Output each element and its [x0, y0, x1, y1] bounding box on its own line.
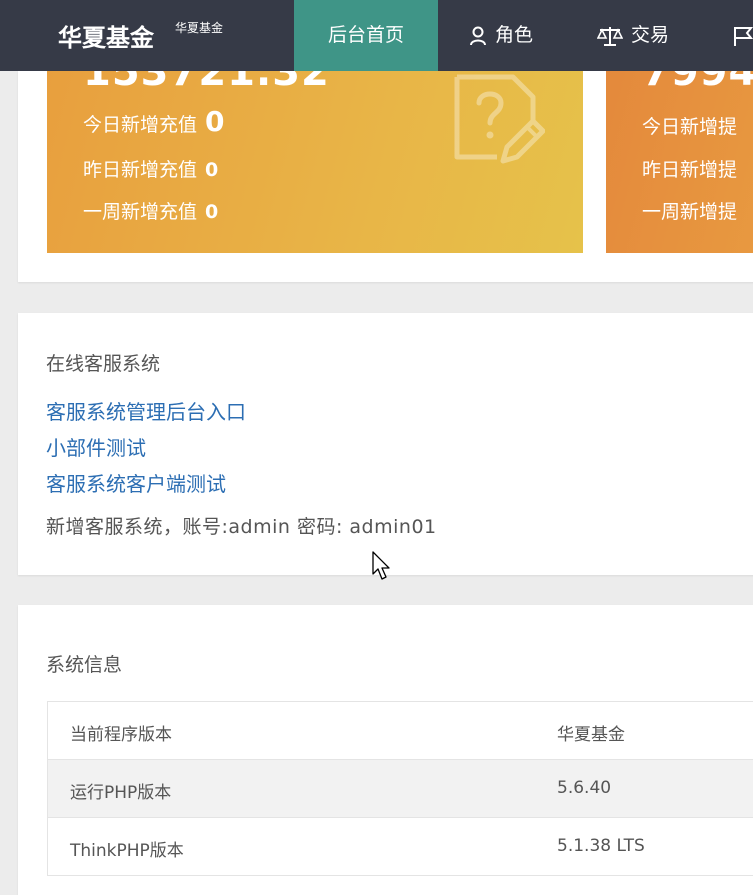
recharge-yesterday: 昨日新增充值 0: [83, 155, 218, 182]
recharge-today: 今日新增充值 0: [83, 105, 225, 138]
nav-item-label: 交易: [631, 24, 670, 46]
nav-item-roles[interactable]: 角色: [469, 0, 533, 71]
withdraw-week-label: 一周新增提: [642, 201, 738, 223]
row-value: 华夏基金: [557, 725, 625, 745]
nav-item-home[interactable]: 后台首页: [294, 0, 438, 71]
top-navbar: 华夏基金 华夏基金 后台首页 角色 交易: [0, 0, 753, 71]
withdraw-stat-card: 7994 今日新增提 昨日新增提 一周新增提: [606, 71, 753, 253]
customer-service-panel: 在线客服系统 客服系统管理后台入口 小部件测试 客服系统客户端测试 新增客服系统…: [18, 313, 753, 575]
cs-widget-test-link[interactable]: 小部件测试: [46, 432, 146, 461]
mouse-cursor-icon: [372, 551, 392, 585]
cs-client-test-link[interactable]: 客服系统客户端测试: [46, 468, 226, 497]
user-icon: [469, 26, 487, 46]
table-row: 当前程序版本 华夏基金: [48, 702, 753, 760]
recharge-yesterday-label: 昨日新增充值: [83, 159, 198, 181]
question-edit-icon: [449, 73, 546, 177]
nav-item-label: 角色: [495, 24, 534, 46]
table-row: ThinkPHP版本 5.1.38 LTS: [48, 818, 753, 876]
nav-item-flag[interactable]: [733, 0, 753, 71]
row-key: ThinkPHP版本: [70, 841, 184, 861]
balance-scale-icon: [597, 25, 623, 47]
recharge-week: 一周新增充值 0: [83, 197, 218, 224]
system-info-title: 系统信息: [46, 654, 123, 676]
recharge-week-label: 一周新增充值: [83, 201, 198, 223]
recharge-total: 153721.32: [83, 71, 330, 95]
nav-item-trade[interactable]: 交易: [597, 0, 669, 71]
cs-account-note: 新增客服系统，账号:admin 密码: admin01: [46, 516, 437, 538]
brand-title[interactable]: 华夏基金: [58, 18, 154, 53]
withdraw-total: 7994: [642, 71, 753, 95]
row-key: 当前程序版本: [70, 725, 172, 745]
recharge-today-label: 今日新增充值: [83, 114, 198, 136]
table-row: 运行PHP版本 5.6.40: [48, 760, 753, 818]
nav-item-label: 后台首页: [327, 24, 404, 46]
customer-service-title: 在线客服系统: [46, 353, 161, 375]
flag-icon: [733, 25, 753, 47]
brand-subtitle: 华夏基金: [175, 21, 224, 35]
row-value: 5.1.38 LTS: [557, 836, 645, 856]
withdraw-today-label: 今日新增提: [642, 116, 738, 138]
system-info-table: 当前程序版本 华夏基金 运行PHP版本 5.6.40 ThinkPHP版本 5.…: [47, 701, 753, 876]
recharge-week-value: 0: [205, 201, 219, 223]
recharge-today-value: 0: [205, 105, 225, 138]
recharge-stat-card: 153721.32 今日新增充值 0 昨日新增充值 0 一周新增充值 0: [47, 71, 583, 253]
row-key: 运行PHP版本: [70, 783, 172, 803]
row-value: 5.6.40: [557, 778, 612, 798]
withdraw-yesterday-label: 昨日新增提: [642, 159, 738, 181]
cs-admin-link[interactable]: 客服系统管理后台入口: [46, 396, 246, 425]
system-info-panel: 系统信息 当前程序版本 华夏基金 运行PHP版本 5.6.40 ThinkPHP…: [18, 605, 753, 895]
recharge-yesterday-value: 0: [205, 159, 219, 181]
